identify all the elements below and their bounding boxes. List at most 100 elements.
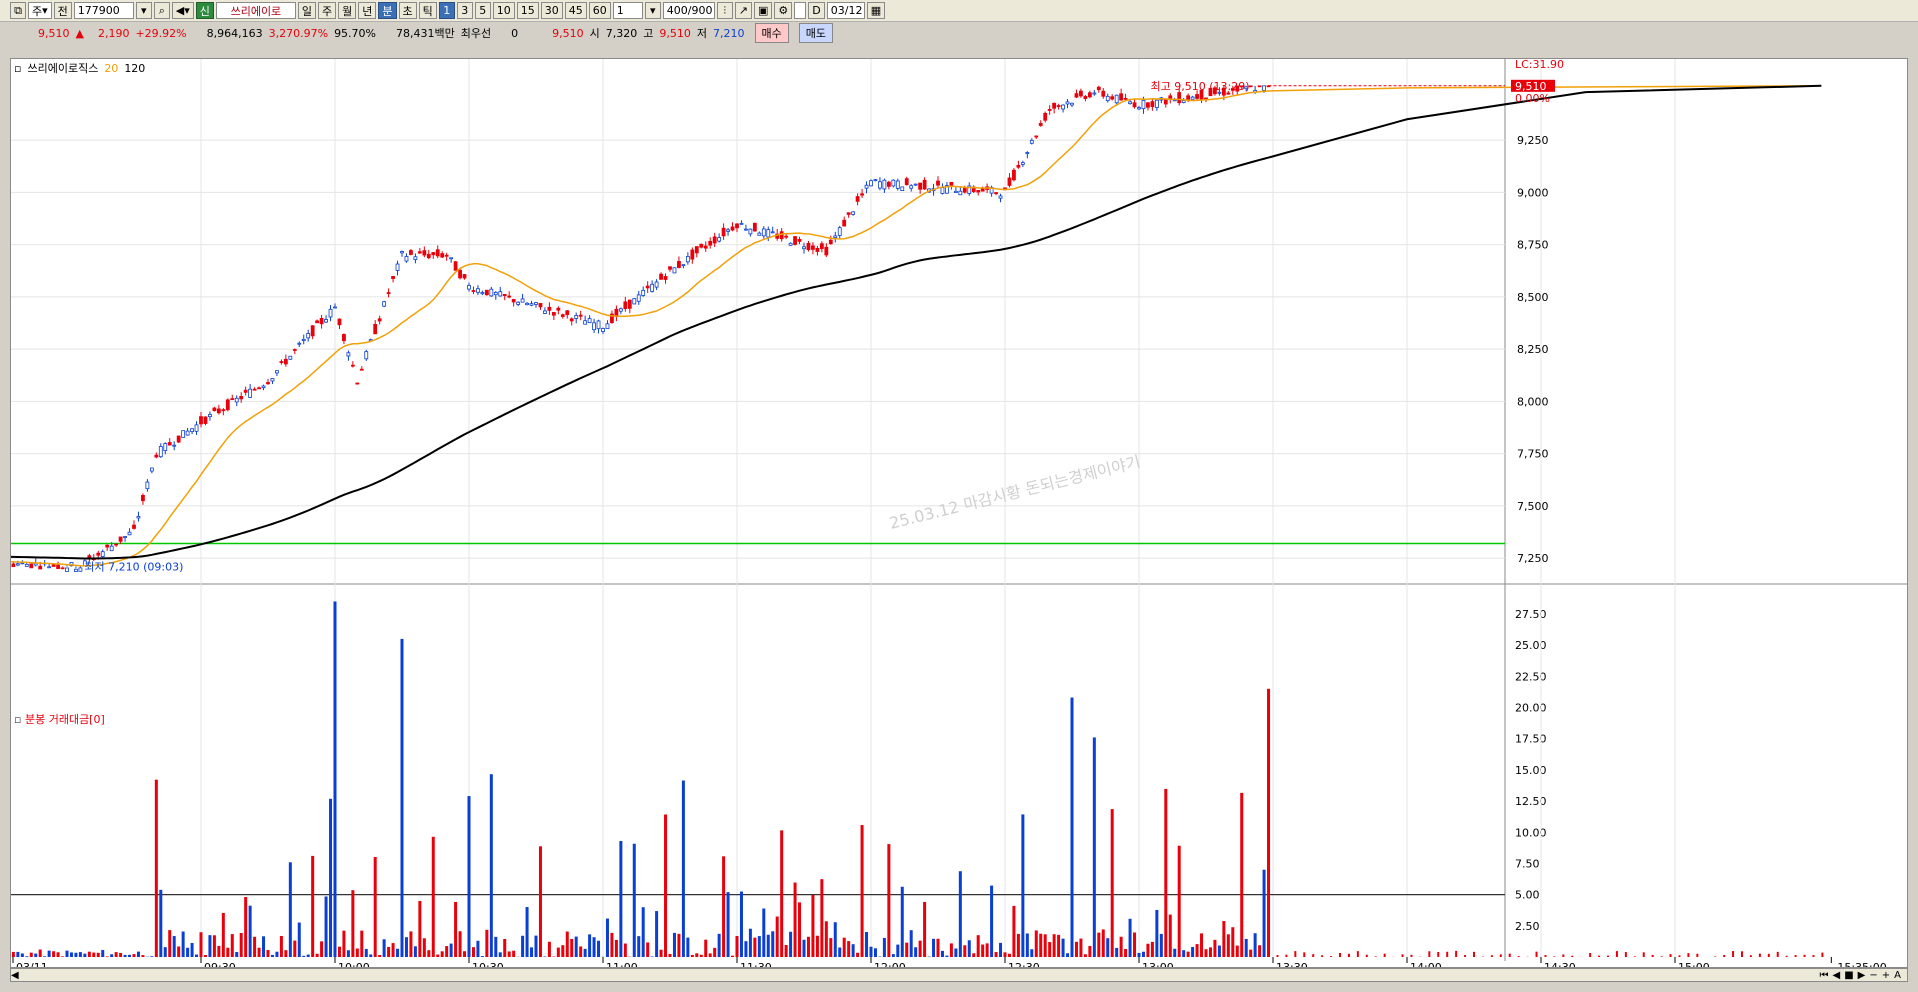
legend-toggle-icon[interactable]: ▫: [14, 62, 21, 75]
candle-body: [547, 306, 552, 311]
intraday-minute[interactable]: 분: [378, 2, 397, 19]
interval-10[interactable]: 10: [492, 2, 515, 19]
volume-toggle-icon[interactable]: ▫: [14, 713, 21, 726]
interval-dropdown-icon[interactable]: ▾: [644, 2, 661, 19]
volume-bar: [882, 937, 886, 957]
scroll-left-icon[interactable]: ◀: [11, 970, 19, 981]
volume-bar: [1437, 951, 1440, 957]
period-week[interactable]: 주: [318, 2, 337, 19]
period-year[interactable]: 년: [358, 2, 377, 19]
code-dropdown-icon[interactable]: ▾: [135, 2, 152, 19]
candle-body: [109, 545, 114, 552]
volume-bar: [900, 886, 904, 957]
scroll-first-icon[interactable]: ⏮: [1820, 970, 1829, 981]
volume-bar: [163, 947, 167, 957]
volume-bar: [333, 601, 337, 957]
candle-body: [1119, 93, 1124, 101]
calendar-icon[interactable]: ▦: [866, 2, 886, 19]
volume-bar: [467, 796, 471, 957]
search-icon[interactable]: ⌕: [153, 2, 170, 19]
candle-body: [449, 257, 454, 260]
count-input[interactable]: 400/900: [662, 2, 715, 19]
code-input[interactable]: 177900: [73, 2, 134, 19]
candle-body: [538, 303, 543, 308]
price-volume-chart[interactable]: 9,250 9,000 8,750 8,500 8,250 8,000 7,750 7,500…: [11, 59, 1907, 967]
candle-body: [819, 243, 824, 249]
market-select[interactable]: 주 ▾: [28, 2, 52, 19]
scroll-stop-icon[interactable]: ■: [1844, 970, 1853, 981]
volume-bar: [203, 955, 207, 957]
window-icon[interactable]: ⧉: [10, 2, 26, 19]
volume-bar: [52, 951, 56, 957]
interval-5[interactable]: 5: [474, 2, 491, 19]
volume-bar: [1079, 938, 1083, 957]
intraday-second[interactable]: 초: [398, 2, 417, 19]
zoom-in-icon[interactable]: +: [1882, 970, 1890, 981]
candle-body: [1061, 104, 1065, 110]
volume-bar: [1066, 953, 1070, 957]
volume-bar: [1083, 954, 1087, 957]
interval-15[interactable]: 15: [516, 2, 539, 19]
candle-body: [404, 255, 409, 262]
interval-45[interactable]: 45: [564, 2, 587, 19]
price-tick-label: 9,250: [1517, 134, 1549, 147]
volume-bar: [463, 951, 467, 957]
date-checkbox[interactable]: [794, 2, 807, 19]
chart-area[interactable]: 9,250 9,000 8,750 8,500 8,250 8,000 7,750 7,500…: [10, 58, 1908, 968]
candle-body: [940, 187, 945, 194]
volume-bar: [847, 941, 851, 957]
line-tool-icon[interactable]: ↗: [734, 2, 752, 19]
interval-input[interactable]: 1: [612, 2, 643, 19]
date-check-label: D: [808, 2, 825, 19]
volume-bar: [512, 950, 516, 957]
zoom-out-icon[interactable]: −: [1869, 970, 1877, 981]
volume-pct: 3,270.97%: [268, 26, 329, 40]
volume-bar: [132, 954, 136, 957]
volume-bar: [1687, 953, 1690, 957]
volume-bar: [1124, 948, 1128, 957]
volume-bar: [105, 956, 109, 957]
candle-body: [864, 184, 869, 189]
candle-body: [203, 416, 208, 424]
intraday-tick[interactable]: 틱: [418, 2, 437, 19]
candle-body: [306, 333, 311, 339]
candle-body: [1034, 135, 1039, 138]
volume-bar: [1598, 955, 1601, 957]
buy-button[interactable]: 매수: [754, 23, 789, 43]
settings-icon[interactable]: ⚙: [774, 2, 793, 19]
volume-bar: [1312, 954, 1315, 957]
chart-scrollbar[interactable]: ◀ ⏮ ◀ ■ ▶ − + A: [10, 968, 1908, 982]
volume-bar: [177, 946, 181, 957]
volume-bar: [413, 946, 417, 957]
scroll-prev-icon[interactable]: ◀: [1833, 970, 1841, 981]
stock-name[interactable]: 쓰리에이로: [215, 2, 296, 19]
period-month[interactable]: 월: [338, 2, 357, 19]
period-day[interactable]: 일: [297, 2, 317, 19]
interval-1[interactable]: 1: [438, 2, 455, 19]
candle-body: [766, 229, 771, 238]
candle-body: [534, 302, 538, 305]
candle-body: [409, 250, 413, 255]
interval-30[interactable]: 30: [540, 2, 563, 19]
interval-60[interactable]: 60: [588, 2, 611, 19]
mode-button[interactable]: 전: [53, 2, 72, 19]
volume-bar: [11, 951, 15, 957]
chart-type-icon[interactable]: ⫶: [716, 2, 733, 19]
volume-bar: [279, 936, 283, 957]
speaker-icon[interactable]: ◀▾: [171, 2, 194, 19]
candle-body: [659, 273, 663, 280]
volume-bar: [748, 928, 752, 957]
volume-bar: [574, 936, 578, 957]
volume-bar: [311, 855, 315, 957]
volume-bar: [1182, 950, 1186, 957]
candle-body: [471, 290, 476, 292]
volume-bar: [404, 937, 408, 957]
save-icon[interactable]: ▣: [753, 2, 773, 19]
date-input[interactable]: 03/12: [826, 2, 865, 19]
scroll-next-icon[interactable]: ▶: [1858, 970, 1866, 981]
volume-bar: [34, 953, 38, 957]
sell-button[interactable]: 매도: [798, 23, 833, 43]
interval-3[interactable]: 3: [456, 2, 473, 19]
text-size-icon[interactable]: A: [1894, 970, 1901, 981]
volume-bar: [865, 931, 869, 957]
